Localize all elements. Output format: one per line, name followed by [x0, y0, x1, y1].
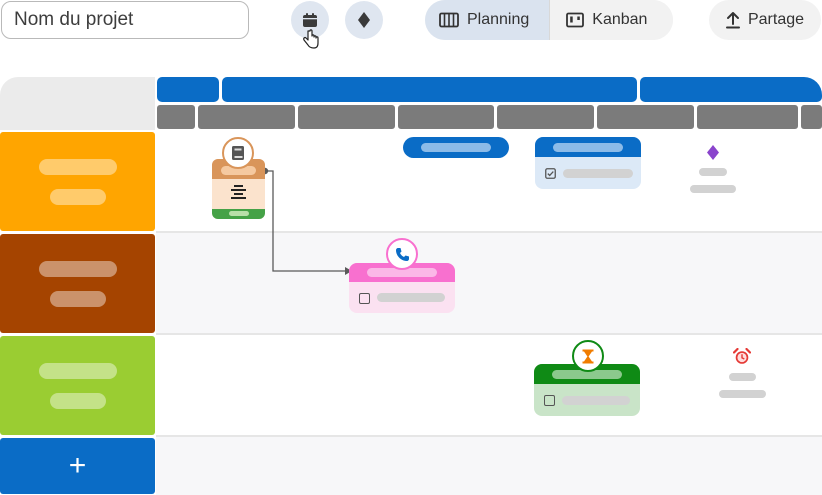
day-header	[801, 105, 822, 129]
period-header	[640, 77, 822, 102]
checkbox-icon[interactable]	[544, 395, 555, 406]
day-header	[298, 105, 395, 129]
lane-area	[156, 233, 822, 333]
day-header	[157, 105, 195, 129]
reminder-title-placeholder	[729, 373, 756, 381]
hourglass-icon	[582, 349, 594, 363]
lane-area	[156, 437, 822, 495]
phone-icon	[395, 247, 409, 261]
subtask-placeholder	[562, 396, 630, 405]
view-switcher: Planning Kanban	[425, 0, 674, 40]
day-header	[198, 105, 295, 129]
subtask-placeholder	[377, 293, 445, 302]
kanban-tab-label: Kanban	[592, 11, 648, 28]
hourglass-icon-badge	[572, 340, 604, 372]
kanban-tab[interactable]: Kanban	[549, 0, 674, 40]
upload-icon	[725, 12, 740, 29]
lane-label-orange[interactable]	[0, 132, 155, 231]
lane-title-placeholder	[38, 362, 117, 379]
diamond-milestone-icon[interactable]	[706, 144, 720, 161]
kanban-icon	[566, 12, 585, 28]
share-button-label: Partage	[747, 11, 805, 28]
reminder-date-placeholder	[719, 390, 766, 398]
book-icon-badge	[222, 137, 254, 169]
phone-icon-badge	[386, 238, 418, 270]
task-bar[interactable]	[403, 137, 509, 158]
period-header	[157, 77, 219, 102]
day-header	[497, 105, 594, 129]
planning-tab[interactable]: Planning	[425, 0, 550, 40]
alarm-clock-icon[interactable]	[733, 348, 751, 365]
calendar-icon	[303, 13, 317, 27]
checkbox-icon[interactable]	[359, 293, 370, 304]
period-header	[222, 77, 637, 102]
lane-label-green[interactable]	[0, 336, 155, 435]
day-header	[398, 105, 494, 129]
columns-icon	[439, 12, 459, 28]
milestone-date-placeholder	[690, 185, 736, 193]
diamond-icon	[358, 12, 370, 28]
align-center-icon	[231, 185, 246, 199]
book-icon	[232, 146, 244, 160]
board-corner	[0, 77, 155, 130]
lane-subtitle-placeholder	[49, 188, 106, 205]
day-header	[597, 105, 694, 129]
milestone-title-placeholder	[699, 168, 727, 176]
add-lane-button[interactable]: +	[0, 438, 155, 494]
planning-tab-label: Planning	[467, 11, 530, 28]
task-card[interactable]	[535, 137, 641, 189]
lane-label-brown[interactable]	[0, 234, 155, 333]
task-title-placeholder	[553, 143, 623, 152]
subtask-placeholder	[563, 169, 633, 178]
dependency-arrow	[261, 167, 352, 275]
lane-title-placeholder	[38, 260, 117, 277]
lane-title-placeholder	[38, 158, 117, 175]
lane-area	[156, 335, 822, 435]
task-title-placeholder	[421, 143, 491, 152]
share-button[interactable]: Partage	[709, 0, 821, 40]
checkbox-checked-icon[interactable]	[545, 168, 556, 179]
lane-subtitle-placeholder	[49, 290, 106, 307]
day-header	[697, 105, 798, 129]
project-name-input[interactable]	[1, 1, 249, 39]
plus-icon: +	[68, 449, 87, 482]
task-progress-label	[229, 211, 249, 216]
milestone-button[interactable]	[345, 1, 383, 39]
hand-cursor-icon	[303, 29, 319, 49]
task-card[interactable]	[349, 263, 455, 313]
planning-board: +	[0, 77, 822, 495]
lane-subtitle-placeholder	[49, 392, 106, 409]
